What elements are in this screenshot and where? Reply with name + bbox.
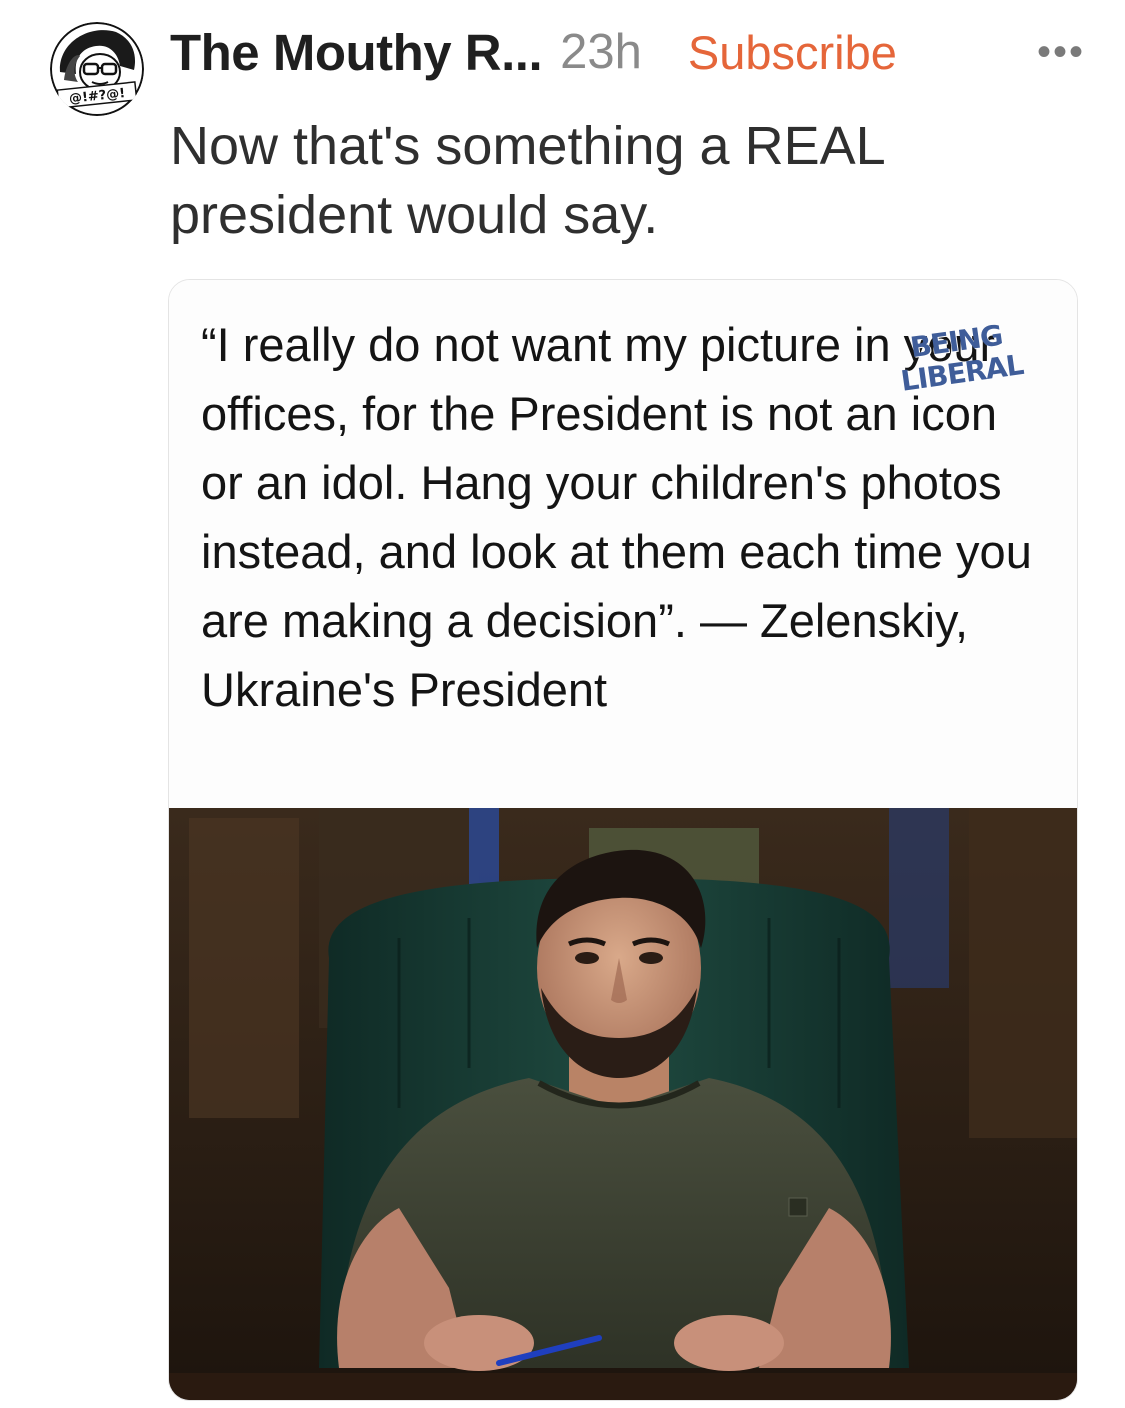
more-options-icon[interactable]: ••• (1037, 32, 1085, 72)
quote-area: “I really do not want my picture in your… (169, 280, 1077, 808)
image-card[interactable]: “I really do not want my picture in your… (168, 279, 1078, 1401)
post-text: Now that's something a REAL president wo… (170, 116, 884, 245)
post-header: The Mouthy R... 23h Subscribe ••• (170, 20, 1085, 84)
avatar[interactable]: @!#?@! (50, 22, 144, 116)
subscribe-button[interactable]: Subscribe (688, 25, 897, 80)
author-name[interactable]: The Mouthy R... (170, 23, 543, 82)
president-photo (169, 808, 1077, 1400)
avatar-illustration: @!#?@! (50, 22, 144, 116)
post-time: 23h (560, 25, 642, 79)
